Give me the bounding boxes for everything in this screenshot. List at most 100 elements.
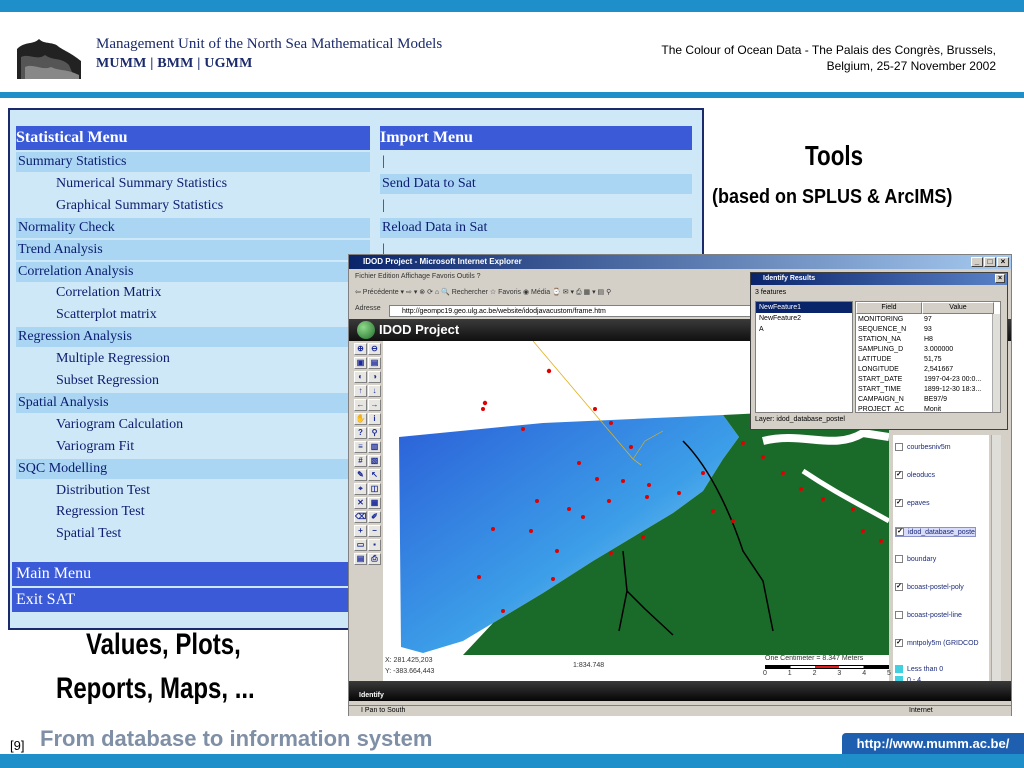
menu-item[interactable]: Multiple Regression (16, 349, 370, 369)
select-poly-icon[interactable]: ↖ (368, 469, 381, 481)
layer-checkbox[interactable]: ✓ (895, 583, 903, 591)
menu-separator: | (382, 197, 385, 213)
menu-item[interactable]: Graphical Summary Statistics (16, 196, 370, 216)
pan-icon[interactable]: ✋ (354, 413, 367, 425)
website-link[interactable]: http://www.mumm.ac.be/ (842, 733, 1024, 754)
value-cell: 1899-12-30 18:3... (924, 386, 982, 393)
menu-item[interactable]: Variogram Fit (16, 437, 370, 457)
attribute-table-icon[interactable]: ▦ (368, 497, 381, 509)
zoom-full-icon[interactable]: ▣ (354, 357, 367, 369)
identify-layer: Layer: idod_database_postel (755, 416, 845, 423)
zoom-out-icon[interactable]: ⊖ (368, 343, 381, 355)
layer-checkbox[interactable] (895, 555, 903, 563)
import-menu-item[interactable]: Send Data to Sat (380, 173, 692, 194)
scale-ticks: 0 1 2 3 4 5 (763, 670, 893, 679)
pan-south-icon[interactable]: ↓ (368, 385, 381, 397)
remove-layer-icon[interactable]: − (368, 525, 381, 537)
menu-item[interactable]: Distribution Test (16, 481, 370, 501)
maximize-button[interactable]: □ (984, 257, 996, 267)
save-icon[interactable]: ▪ (368, 539, 381, 551)
menu-item[interactable]: Regression Test (16, 502, 370, 522)
layer-checkbox[interactable] (895, 443, 903, 451)
clear-selection-icon[interactable]: ✕ (354, 497, 367, 509)
exit-sat-button[interactable]: Exit SAT (12, 588, 352, 612)
select-rect-icon[interactable]: ▧ (368, 455, 381, 467)
org-name: Management Unit of the North Sea Mathema… (96, 36, 443, 52)
attribute-table: Field Value MONITORING 97 SEQUENCE_N 93 STAT… (855, 301, 1001, 413)
layer-item[interactable]: ✓ epaves (895, 499, 930, 507)
status-text: I Pan to South (361, 707, 406, 714)
menu-item[interactable]: Regression Analysis (16, 327, 370, 348)
layer-checkbox[interactable] (895, 611, 903, 619)
select-line-icon[interactable]: ✎ (354, 469, 367, 481)
menu-item[interactable]: Variogram Calculation (16, 415, 370, 435)
menu-item[interactable]: Correlation Analysis (16, 261, 370, 282)
zoom-active-icon[interactable]: ◑ (368, 371, 381, 383)
measure-icon[interactable]: ≡ (354, 441, 367, 453)
print-icon[interactable]: ⎙ (368, 553, 381, 565)
feature-list[interactable]: NewFeature1 NewFeature2 A (755, 301, 853, 413)
feature-item[interactable]: A (756, 324, 852, 335)
field-cell: START_TIME (858, 386, 901, 393)
add-layer-icon[interactable]: + (354, 525, 367, 537)
mumm-logo (15, 31, 83, 79)
eraser-icon[interactable]: ⌫ (354, 511, 367, 523)
menu-item[interactable]: Summary Statistics (16, 152, 370, 172)
zoom-layer-icon[interactable]: ▤ (368, 357, 381, 369)
layer-checkbox[interactable]: ✓ (896, 528, 904, 536)
layer-scrollbar[interactable] (991, 435, 1001, 681)
minimize-button[interactable]: _ (971, 257, 983, 267)
menu-item[interactable]: Trend Analysis (16, 239, 370, 260)
menu-item[interactable]: Normality Check (16, 217, 370, 238)
select-shape-icon[interactable]: ◫ (368, 483, 381, 495)
pan-north-icon[interactable]: ↑ (354, 385, 367, 397)
coord-y: Y: -383.664,443 (385, 668, 435, 675)
status-zone: Internet (909, 707, 933, 714)
menu-item[interactable]: SQC Modelling (16, 458, 370, 479)
main-menu-button[interactable]: Main Menu (12, 562, 352, 586)
open-icon[interactable]: ▭ (354, 539, 367, 551)
field-cell: MONITORING (858, 316, 904, 323)
menu-item[interactable]: Correlation Matrix (16, 283, 370, 303)
col-value[interactable]: Value (922, 302, 994, 314)
select-point-icon[interactable]: ⌖ (354, 483, 367, 495)
menu-item[interactable]: Numerical Summary Statistics (16, 174, 370, 194)
pan-west-icon[interactable]: ← (354, 399, 367, 411)
close-button[interactable]: × (997, 257, 1009, 267)
table-row: LATITUDE 51,75 (856, 355, 994, 365)
layer-checkbox[interactable]: ✓ (895, 499, 903, 507)
org-acronyms: MUMM | BMM | UGMM (96, 56, 253, 71)
layer-item[interactable]: bcoast-postel-line (895, 611, 962, 619)
layer-item[interactable]: ✓ mntpoly5m (GRIDCOD (895, 639, 979, 647)
layer-item[interactable]: ✓ idod_database_poste (895, 527, 976, 537)
zoom-in-icon[interactable]: ⊕ (354, 343, 367, 355)
feature-item[interactable]: NewFeature1 (756, 302, 852, 313)
layer-label: bcoast-postel-poly (907, 583, 964, 591)
outputs-line-1: Values, Plots, (86, 628, 241, 661)
buffer-icon[interactable]: # (354, 455, 367, 467)
layer-item[interactable]: Less than 0 (895, 665, 943, 673)
identify-icon[interactable]: i (368, 413, 381, 425)
import-menu-item[interactable]: Reload Data in Sat (380, 217, 692, 238)
pan-east-icon[interactable]: → (368, 399, 381, 411)
identify-close-button[interactable]: × (995, 274, 1005, 283)
layer-item[interactable]: boundary (895, 555, 936, 563)
layer-item[interactable]: ✓ oleoducs (895, 471, 935, 479)
query-icon[interactable]: ? (354, 427, 367, 439)
feature-item[interactable]: NewFeature2 (756, 313, 852, 324)
legend-icon[interactable]: ▤ (354, 553, 367, 565)
zoom-back-icon[interactable]: ◐ (354, 371, 367, 383)
menu-item[interactable]: Spatial Analysis (16, 392, 370, 413)
col-field[interactable]: Field (856, 302, 922, 314)
address-label: Adresse (355, 305, 381, 312)
find-icon[interactable]: ⚲ (368, 427, 381, 439)
menu-item[interactable]: Spatial Test (16, 524, 370, 544)
layer-checkbox[interactable]: ✓ (895, 471, 903, 479)
layer-checkbox[interactable]: ✓ (895, 639, 903, 647)
layer-item[interactable]: courbesniv5m (895, 443, 951, 451)
menu-item[interactable]: Scatterplot matrix (16, 305, 370, 325)
edit-icon[interactable]: ✐ (368, 511, 381, 523)
units-icon[interactable]: ▥ (368, 441, 381, 453)
layer-item[interactable]: ✓ bcoast-postel-poly (895, 583, 964, 591)
menu-item[interactable]: Subset Regression (16, 371, 370, 391)
